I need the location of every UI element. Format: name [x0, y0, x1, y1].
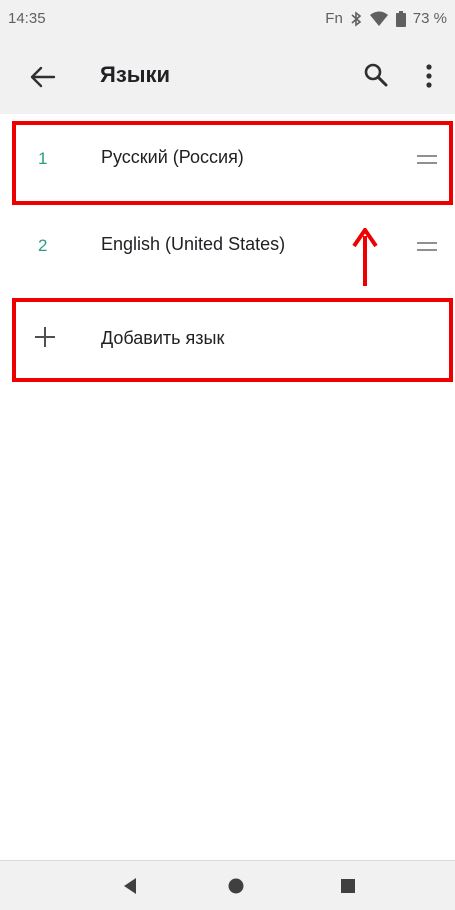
status-bar: 14:35 Fn 73 %	[0, 0, 455, 38]
up-arrow-icon	[352, 226, 378, 288]
status-icons: Fn 73 %	[325, 10, 447, 27]
fn-indicator: Fn	[325, 10, 343, 27]
language-item[interactable]: 1 Русский (Россия)	[0, 125, 455, 197]
plus-icon	[34, 326, 56, 348]
wifi-icon	[369, 11, 389, 27]
add-language-button[interactable]: Добавить язык	[0, 300, 455, 380]
recents-square-icon[interactable]	[338, 876, 358, 896]
search-icon[interactable]	[363, 62, 389, 88]
drag-handle-icon[interactable]	[417, 242, 437, 252]
bluetooth-icon	[350, 10, 362, 27]
status-time: 14:35	[8, 10, 46, 27]
home-circle-icon[interactable]	[226, 876, 246, 896]
back-triangle-icon[interactable]	[120, 876, 140, 896]
battery-icon	[395, 10, 406, 27]
language-number: 1	[38, 149, 48, 168]
page-title: Языки	[100, 62, 171, 87]
navigation-bar	[0, 860, 455, 910]
language-item[interactable]: 2 English (United States)	[0, 212, 455, 284]
language-name: Русский (Россия)	[101, 147, 244, 167]
back-arrow-icon[interactable]	[28, 64, 58, 90]
more-vert-icon[interactable]	[419, 62, 439, 90]
battery-percent: 73 %	[412, 10, 447, 27]
add-language-label: Добавить язык	[101, 328, 225, 348]
language-name: English (United States)	[101, 234, 286, 254]
language-number: 2	[38, 236, 48, 255]
app-bar: Языки	[0, 38, 455, 114]
drag-handle-icon[interactable]	[417, 155, 437, 165]
